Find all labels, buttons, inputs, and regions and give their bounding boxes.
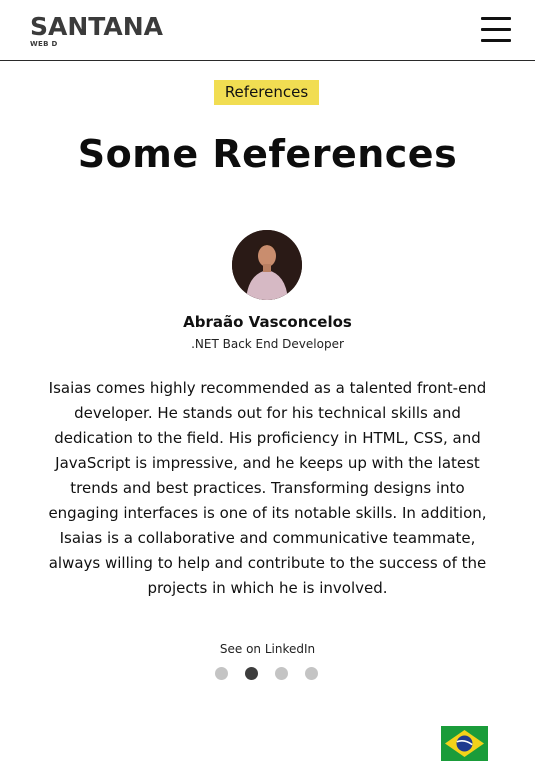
menu-bar <box>481 28 511 31</box>
site-header: SANTANA WEB D <box>0 0 535 61</box>
menu-bar <box>481 39 511 42</box>
section-title: Some References <box>77 132 458 176</box>
carousel-dot[interactable] <box>245 667 258 680</box>
brazil-flag-icon[interactable] <box>441 726 488 761</box>
logo-wordmark: SANTANA <box>30 12 164 41</box>
section-badge: References <box>214 80 319 105</box>
carousel-dot[interactable] <box>305 667 318 680</box>
avatar <box>232 230 302 300</box>
site-logo[interactable]: SANTANA WEB D <box>30 13 180 49</box>
linkedin-link[interactable]: See on LinkedIn <box>0 641 535 657</box>
testimonial-text: Isaias comes highly recommended as a tal… <box>48 379 487 597</box>
menu-bar <box>481 17 511 20</box>
hamburger-menu-icon[interactable] <box>481 17 511 42</box>
carousel-pagination <box>215 667 325 680</box>
reviewer-role: .NET Back End Developer <box>191 337 344 351</box>
carousel-dot[interactable] <box>215 667 228 680</box>
person-photo <box>232 230 302 300</box>
reviewer-name: Abraão Vasconcelos <box>183 313 352 331</box>
carousel-dot[interactable] <box>275 667 288 680</box>
logo-subtitle: WEB D <box>30 40 58 48</box>
